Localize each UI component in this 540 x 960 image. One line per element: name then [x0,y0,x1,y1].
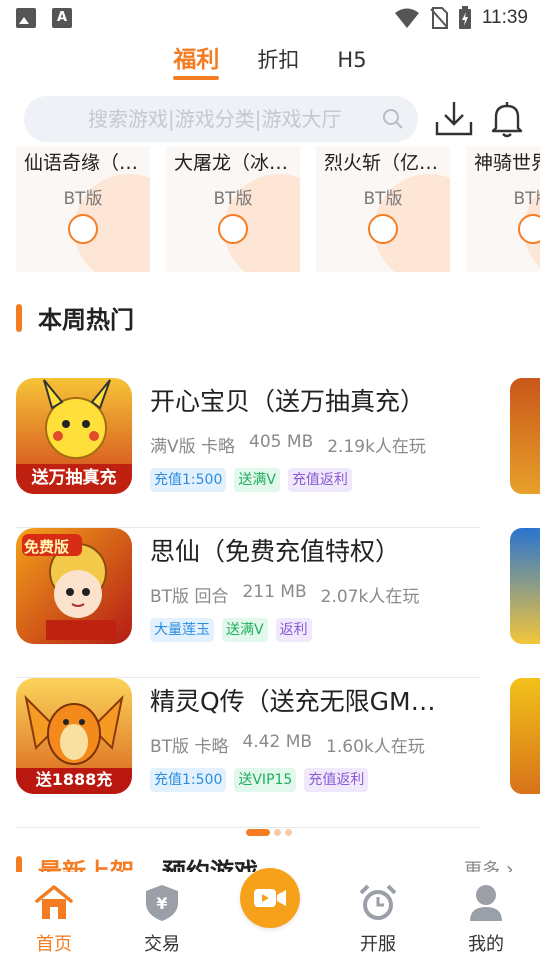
game-tags: 大量莲玉 送满V 返利 [150,618,312,642]
video-center-button[interactable] [240,868,300,928]
bt-card-circle-icon [518,214,540,244]
home-icon [35,885,73,919]
tag: 充值1:500 [150,768,227,792]
video-camera-icon [254,889,286,907]
game-icon-image[interactable]: 送1888充 [16,678,132,794]
bt-card-version: BT版 [63,189,103,209]
clock: 11:39 [481,7,528,28]
tag: 充值1:500 [150,468,227,492]
game-icon-image[interactable]: 免费版 [16,528,132,644]
nav-label: 首页 [36,934,72,955]
top-tabs: 福利 折扣 H5 [0,42,540,82]
game-type: BT版 卡略 [150,737,229,757]
nav-trade[interactable]: ¥ 交易 [122,880,202,956]
tag: 送VIP15 [234,768,297,792]
game-list-item[interactable]: 免费版 思仙（免费充值特权） BT版 回合 211 MB 2.07k人在玩 大量… [16,528,480,678]
game-icon-banner: 送万抽真充 [31,468,117,488]
download-icon[interactable] [434,100,474,138]
bt-card-version: BT版 [513,189,540,209]
nav-server[interactable]: 开服 [338,880,418,956]
person-icon [470,885,502,921]
nav-home[interactable]: 首页 [14,880,94,956]
tag: 返利 [275,618,312,642]
section-title-hot: 本周热门 [38,306,134,334]
tag: 送满V [222,618,268,642]
tab-h5[interactable]: H5 [337,42,366,80]
bt-card-name: 大屠龙（冰… [174,152,289,174]
game-list-item[interactable]: 送万抽真充 开心宝贝（送万抽真充） 满V版 卡略 405 MB 2.19k人在玩… [16,378,480,528]
bt-card-name: 神骑世界 [474,152,540,174]
game-size: 211 MB [242,582,307,602]
tag: 充值返利 [287,468,352,492]
section-accent-bar [16,304,22,332]
bt-card[interactable]: 神骑世界 BT版 [466,146,540,272]
nav-label: 交易 [144,934,180,955]
bt-card[interactable]: 大屠龙（冰… BT版 [166,146,300,272]
no-sim-icon [430,7,448,29]
status-bar: A 11:39 [0,0,540,36]
font-a-icon: A [52,8,72,28]
bt-card-name: 仙语奇缘（… [24,152,139,174]
game-size: 4.42 MB [242,732,313,752]
bell-icon[interactable] [490,100,524,138]
nav-mine[interactable]: 我的 [446,880,526,956]
page-indicator [246,829,292,836]
bt-card-circle-icon [68,214,98,244]
wifi-icon [394,8,419,28]
nav-label: 开服 [360,934,396,955]
next-column-game-icon[interactable] [510,378,540,494]
page-dot-active [246,829,270,836]
tab-welfare[interactable]: 福利 [173,42,220,80]
game-players: 2.19k人在玩 [327,437,426,457]
bt-card-row: 仙语奇缘（… BT版 大屠龙（冰… BT版 烈火斩（亿… BT版 神骑世界 BT… [16,146,540,272]
game-meta: BT版 卡略 4.42 MB 1.60k人在玩 [150,732,425,757]
next-column-game-icon[interactable] [510,528,540,644]
search-icon[interactable] [382,108,404,130]
game-type: 满V版 卡略 [150,437,236,457]
battery-charging-icon [458,6,471,29]
bottom-navigation: 首页 ¥ 交易 开服 我的 [0,868,540,960]
bt-card-circle-icon [218,214,248,244]
bt-card[interactable]: 仙语奇缘（… BT版 [16,146,150,272]
tag: 充值返利 [304,768,369,792]
bt-card-version: BT版 [363,189,403,209]
game-title: 开心宝贝（送万抽真充） [150,387,426,416]
game-icon-banner: 送1888充 [35,770,113,789]
next-column-game-icon[interactable] [510,678,540,794]
game-title: 精灵Q传（送充无限GM… [150,687,436,716]
page-dot [274,829,281,836]
tag: 送满V [234,468,280,492]
tag: 大量莲玉 [150,618,214,642]
shield-yen-icon: ¥ [146,885,178,921]
page-dot [285,829,292,836]
game-meta: 满V版 卡略 405 MB 2.19k人在玩 [150,432,426,457]
game-tags: 充值1:500 送满V 充值返利 [150,468,352,492]
game-tags: 充值1:500 送VIP15 充值返利 [150,768,369,792]
game-title: 思仙（免费充值特权） [150,537,401,566]
game-list-item[interactable]: 送1888充 精灵Q传（送充无限GM… BT版 卡略 4.42 MB 1.60k… [16,678,480,828]
search-bar[interactable] [24,96,418,142]
tab-discount[interactable]: 折扣 [257,42,299,80]
bt-card-name: 烈火斩（亿… [324,152,439,174]
bt-card-circle-icon [368,214,398,244]
game-icon-image[interactable]: 送万抽真充 [16,378,132,494]
image-icon [16,8,36,28]
game-icon-banner: 免费版 [24,538,70,556]
bt-card-version: BT版 [213,189,253,209]
svg-text:¥: ¥ [156,894,167,913]
game-type: BT版 回合 [150,587,229,607]
bt-card[interactable]: 烈火斩（亿… BT版 [316,146,450,272]
alarm-clock-icon [359,884,397,920]
game-players: 1.60k人在玩 [326,737,425,757]
divider [16,827,480,828]
game-meta: BT版 回合 211 MB 2.07k人在玩 [150,582,419,607]
search-input[interactable] [24,96,384,142]
game-size: 405 MB [249,432,314,452]
game-players: 2.07k人在玩 [320,587,420,607]
nav-label: 我的 [468,934,504,955]
